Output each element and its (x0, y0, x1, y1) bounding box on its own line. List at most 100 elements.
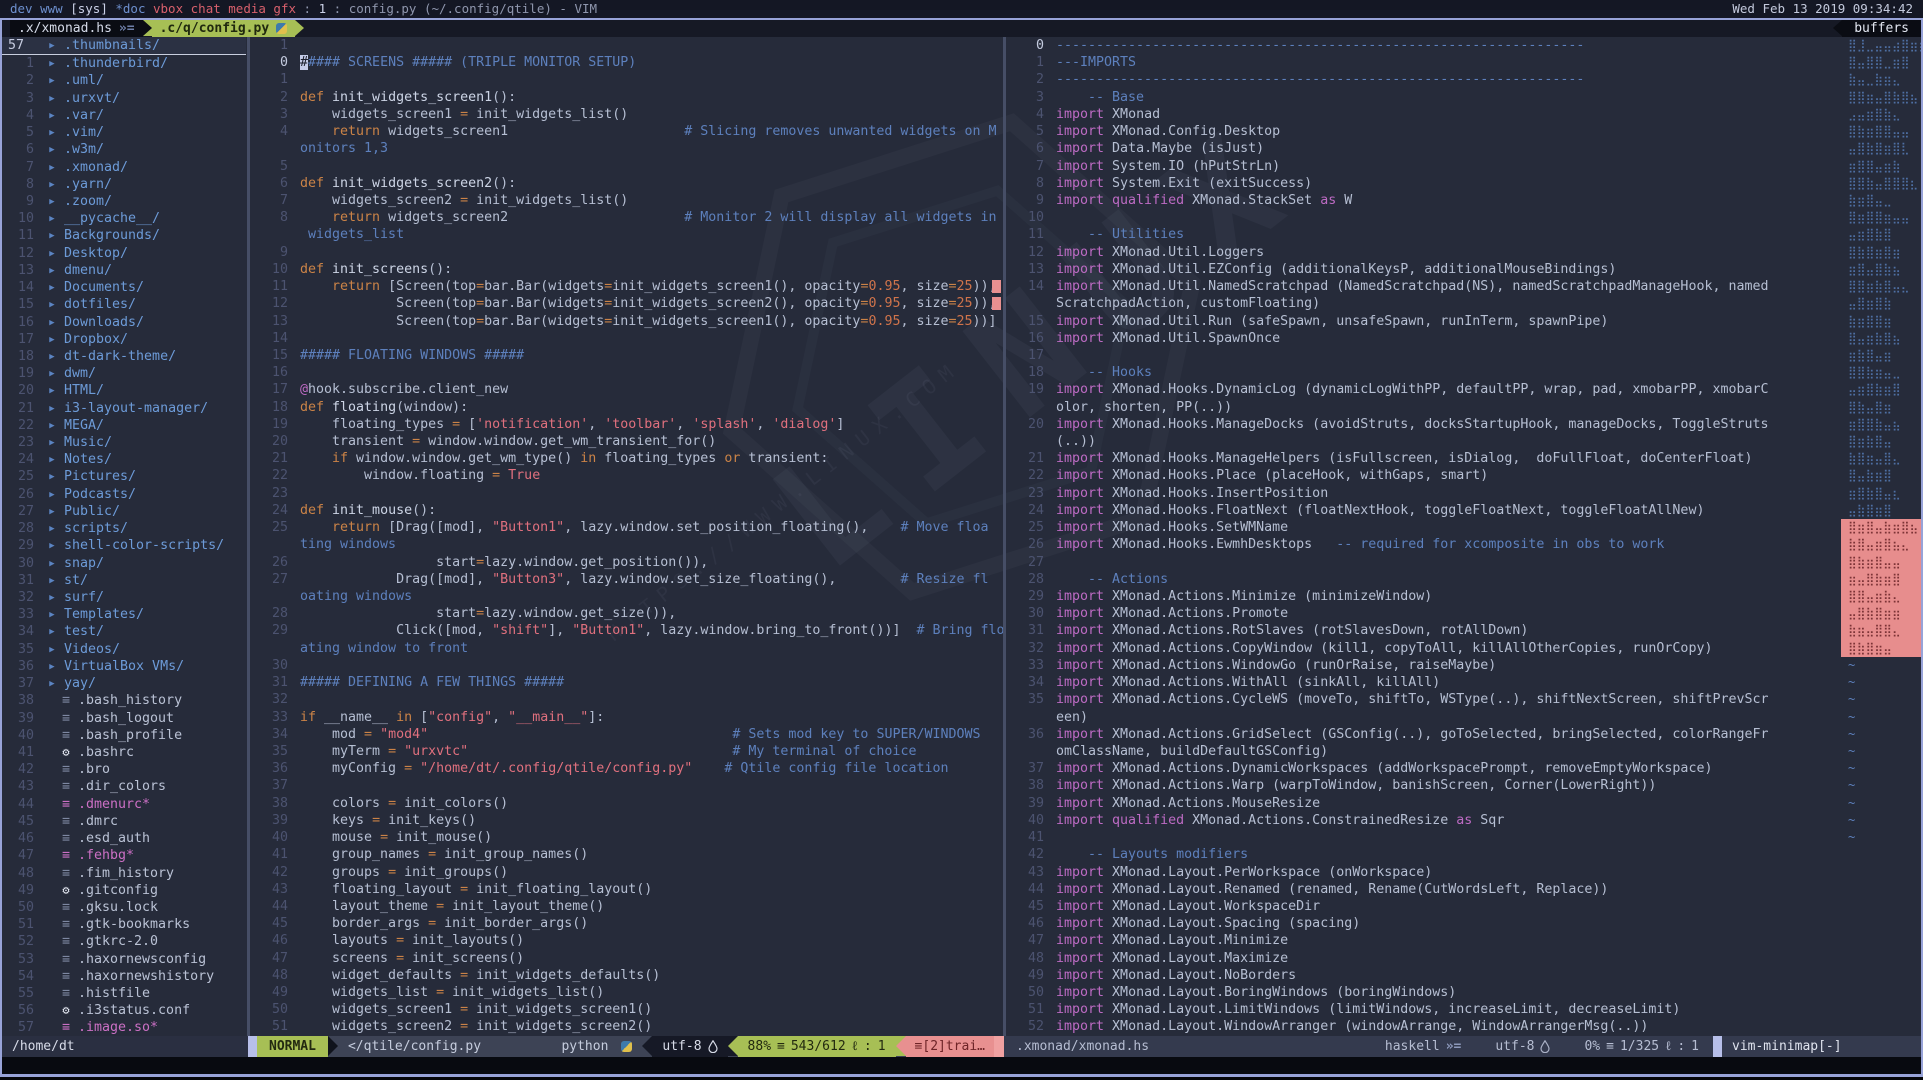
tree-item[interactable]: 44≡.dmenurc* (2, 796, 246, 813)
tree-item[interactable]: 57≡.image.so* (2, 1019, 246, 1036)
code-line[interactable]: 36import XMonad.Actions.GridSelect (GSCo… (1006, 726, 1841, 743)
code-line[interactable]: 25 return [Drag([mod], "Button1", lazy.w… (250, 519, 1003, 536)
code-line[interactable]: 50import XMonad.Layout.BoringWindows (bo… (1006, 984, 1841, 1001)
tree-item[interactable]: 54≡.haxornewshistory (2, 968, 246, 985)
minimap-row[interactable]: ⣿⣸⣀⣤⣤⣴⣿⣶⣆ (1841, 37, 1921, 54)
tree-item[interactable]: 52≡.gtkrc-2.0 (2, 933, 246, 950)
code-line[interactable]: 11 -- Utilities (1006, 226, 1841, 243)
minimap-row[interactable]: ⣿⣷⣿⣶⣿⣶ (1841, 244, 1921, 261)
code-line[interactable]: 39 keys = init_keys() (250, 812, 1003, 829)
code-line[interactable]: 10def init_screens(): (250, 261, 1003, 278)
code-line[interactable]: 3 widgets_screen1 = init_widgets_list() (250, 106, 1003, 123)
code-line[interactable]: 14import XMonad.Util.NamedScratchpad (Na… (1006, 278, 1841, 295)
tree-item[interactable]: 43≡.dir_colors (2, 778, 246, 795)
tree-item[interactable]: 6▶.w3m/ (2, 141, 246, 158)
code-line[interactable]: 27 Drag([mod], "Button3", lazy.window.se… (250, 571, 1003, 588)
tree-item[interactable]: 31▶st/ (2, 572, 246, 589)
code-line[interactable]: 32import XMonad.Actions.CopyWindow (kill… (1006, 640, 1841, 657)
code-line[interactable]: 49import XMonad.Layout.NoBorders (1006, 967, 1841, 984)
code-line[interactable]: 50 widgets_screen1 = init_widgets_screen… (250, 1001, 1003, 1018)
code-line[interactable]: 17 (1006, 347, 1841, 364)
code-line[interactable]: 25import XMonad.Hooks.SetWMName (1006, 519, 1841, 536)
minimap-row[interactable]: ⣿⣶⣿⣿⣶⣤⣤ (1841, 209, 1921, 226)
tree-item[interactable]: 8▶.yarn/ (2, 176, 246, 193)
workspace-tag[interactable]: *doc (108, 0, 146, 18)
minimap-row[interactable]: ⣿⣿⣷⣶⣤⣀ (1841, 364, 1921, 381)
tree-item[interactable]: 24▶Notes/ (2, 451, 246, 468)
code-line[interactable]: 16 (250, 364, 1003, 381)
code-line[interactable]: 23 (250, 485, 1003, 502)
tree-item[interactable]: 32▶surf/ (2, 589, 246, 606)
code-line[interactable]: 2---------------------------------------… (1006, 71, 1841, 88)
tree-item[interactable]: 50≡.gksu.lock (2, 899, 246, 916)
tree-item[interactable]: 16▶Downloads/ (2, 314, 246, 331)
code-line[interactable]: 36 myConfig = "/home/dt/.config/qtile/co… (250, 760, 1003, 777)
code-line[interactable]: 6def init_widgets_screen2(): (250, 175, 1003, 192)
code-line[interactable]: onitors 1,3 (250, 140, 1003, 157)
minimap-row[interactable]: ⣿⣷⣤⣿⣶ (1841, 399, 1921, 416)
code-line[interactable]: 47 screens = init_screens() (250, 950, 1003, 967)
code-line[interactable]: 4import XMonad (1006, 106, 1841, 123)
code-line[interactable]: 26import XMonad.Hooks.EwmhDesktops -- re… (1006, 536, 1841, 553)
minimap-viewport-highlight[interactable]: ⣶⣤⣿⣷⣶⣿ (1841, 571, 1921, 588)
tree-item[interactable]: 34▶test/ (2, 623, 246, 640)
tree-item[interactable]: 17▶Dropbox/ (2, 331, 246, 348)
tree-item[interactable]: 56⚙.i3status.conf (2, 1002, 246, 1019)
code-line[interactable]: 29 Click([mod, "shift"], "Button1", lazy… (250, 622, 1003, 639)
code-line[interactable]: 31##### DEFINING A FEW THINGS ##### (250, 674, 1003, 691)
minimap-viewport-highlight[interactable]: ⣿⣿⣤⣶⣷⣄ (1841, 588, 1921, 605)
code-line[interactable]: 35import XMonad.Actions.CycleWS (moveTo,… (1006, 691, 1841, 708)
code-line[interactable]: 7import System.IO (hPutStrLn) (1006, 158, 1841, 175)
code-line[interactable]: ating window to front (250, 640, 1003, 657)
minimap-row[interactable]: ⣠⣤⣶⣿⣷⣄ (1841, 106, 1921, 123)
code-line[interactable]: 13import XMonad.Util.EZConfig (additiona… (1006, 261, 1841, 278)
tree-item[interactable]: 51≡.gtk-bookmarks (2, 916, 246, 933)
tree-item[interactable]: 20▶HTML/ (2, 382, 246, 399)
code-line[interactable]: 8import System.Exit (exitSuccess) (1006, 175, 1841, 192)
code-line[interactable]: 22 window.floating = True (250, 467, 1003, 484)
code-line[interactable]: 11 return [Screen(top=bar.Bar(widgets=in… (250, 278, 1003, 295)
code-line[interactable]: 46 layouts = init_layouts() (250, 932, 1003, 949)
code-line[interactable]: een) (1006, 709, 1841, 726)
tree-item[interactable]: 19▶dwm/ (2, 365, 246, 382)
code-line[interactable]: 47import XMonad.Layout.Minimize (1006, 932, 1841, 949)
minimap-row[interactable]: ⣿⣿⣶⣤⣿⣷⣿⣦ (1841, 89, 1921, 106)
code-line[interactable]: 30import XMonad.Actions.Promote (1006, 605, 1841, 622)
tree-item[interactable]: 35▶Videos/ (2, 641, 246, 658)
tree-item[interactable]: 14▶Documents/ (2, 279, 246, 296)
code-line[interactable]: 1---IMPORTS (1006, 54, 1841, 71)
code-line[interactable]: 3 -- Base (1006, 89, 1841, 106)
tree-item[interactable]: 49⚙.gitconfig (2, 882, 246, 899)
code-line[interactable]: oating windows (250, 588, 1003, 605)
tree-item[interactable]: 11▶Backgrounds/ (2, 227, 246, 244)
code-line[interactable]: 14 (250, 330, 1003, 347)
tree-item[interactable]: 2▶.uml/ (2, 72, 246, 89)
code-line[interactable]: 40import qualified XMonad.Actions.Constr… (1006, 812, 1841, 829)
tree-item[interactable]: 46≡.esd_auth (2, 830, 246, 847)
code-line[interactable]: 35 myTerm = "urxvtc" # My terminal of ch… (250, 743, 1003, 760)
tree-item[interactable]: 3▶.urxvt/ (2, 90, 246, 107)
minimap-row[interactable]: ⣤⣿⣶⣿⣷ (1841, 295, 1921, 312)
code-line[interactable]: 33if __name__ in ["config", "__main__"]: (250, 709, 1003, 726)
code-line[interactable]: 45 border_args = init_border_args() (250, 915, 1003, 932)
workspace-tag[interactable]: vbox chat media gfx (145, 0, 296, 18)
minimap-viewport-highlight[interactable]: ⣿⣷⣿⣶⣤ (1841, 640, 1921, 657)
tree-item[interactable]: 39≡.bash_logout (2, 710, 246, 727)
buffers-label[interactable]: buffers (1842, 20, 1921, 37)
code-line[interactable]: 15import XMonad.Util.Run (safeSpawn, uns… (1006, 313, 1841, 330)
minimap-row[interactable]: ⣿⣶⣷⣿⣤ (1841, 433, 1921, 450)
window-split-divider[interactable] (247, 37, 250, 1036)
tree-item[interactable]: 45≡.dmrc (2, 813, 246, 830)
tree-item[interactable]: 53≡.haxornewsconfig (2, 951, 246, 968)
code-line[interactable]: 18def floating(window): (250, 399, 1003, 416)
tree-item[interactable]: 29▶shell-color-scripts/ (2, 537, 246, 554)
tree-item[interactable]: 15▶dotfiles/ (2, 296, 246, 313)
code-line[interactable]: 44 layout_theme = init_layout_theme() (250, 898, 1003, 915)
code-line[interactable]: 15##### FLOATING WINDOWS ##### (250, 347, 1003, 364)
code-line[interactable]: 45import XMonad.Layout.WorkspaceDir (1006, 898, 1841, 915)
minimap-row[interactable]: ⣤⣶⣿⣷⣶⣿ (1841, 381, 1921, 398)
code-line[interactable]: 27 (1006, 554, 1841, 571)
code-line[interactable]: 21import XMonad.Hooks.ManageHelpers (isF… (1006, 450, 1841, 467)
command-line[interactable] (2, 1057, 1921, 1074)
code-line[interactable]: 9import qualified XMonad.StackSet as W (1006, 192, 1841, 209)
